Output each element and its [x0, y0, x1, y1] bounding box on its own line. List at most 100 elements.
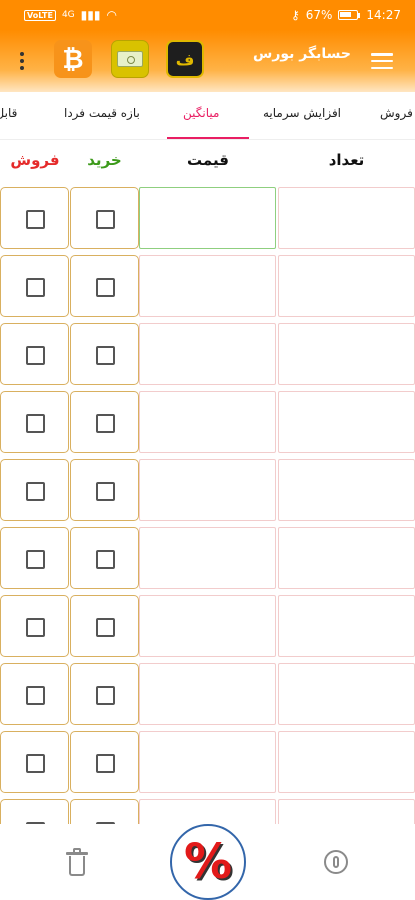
sell-checkbox[interactable] — [26, 618, 45, 637]
sell-checkbox-cell — [0, 391, 69, 453]
count-header: تعداد — [328, 151, 365, 169]
entry-grid — [0, 184, 415, 824]
count-input[interactable] — [278, 255, 415, 317]
percent-icon: % — [183, 834, 233, 890]
buy-checkbox-cell — [70, 731, 139, 793]
hamburger-menu-icon[interactable] — [371, 53, 393, 69]
wifi-icon: ◠ — [106, 8, 117, 22]
sell-checkbox[interactable] — [26, 278, 45, 297]
trash-icon[interactable] — [66, 848, 88, 878]
count-input[interactable] — [278, 187, 415, 249]
sell-checkbox[interactable] — [26, 414, 45, 433]
buy-checkbox[interactable] — [96, 414, 115, 433]
buy-checkbox-cell — [70, 527, 139, 589]
buy-checkbox-cell — [70, 459, 139, 521]
buy-checkbox[interactable] — [96, 210, 115, 229]
buy-checkbox-cell — [70, 187, 139, 249]
app-bar: ₿ ف حسابگر بورس — [0, 30, 415, 92]
tab-average[interactable]: میانگین — [183, 106, 219, 120]
price-input[interactable] — [139, 255, 276, 317]
battery-icon — [338, 10, 361, 20]
table-row — [0, 595, 415, 657]
count-input[interactable] — [278, 459, 415, 521]
more-options-icon[interactable] — [12, 48, 32, 74]
sell-checkbox[interactable] — [26, 754, 45, 773]
buy-checkbox[interactable] — [96, 550, 115, 569]
market-app-icon[interactable]: ف — [166, 40, 204, 78]
price-input[interactable] — [139, 527, 276, 589]
buy-checkbox-cell — [70, 255, 139, 317]
price-input[interactable] — [139, 187, 276, 249]
sell-checkbox-cell — [0, 595, 69, 657]
buy-checkbox-cell — [70, 323, 139, 385]
volte-badge: VoLTE — [24, 9, 56, 21]
price-input[interactable] — [139, 799, 276, 824]
count-input[interactable] — [278, 731, 415, 793]
table-row — [0, 527, 415, 589]
buy-checkbox[interactable] — [96, 482, 115, 501]
sell-checkbox-cell — [0, 255, 69, 317]
sell-checkbox-cell — [0, 527, 69, 589]
battery-percent: 67% — [305, 8, 333, 22]
sell-checkbox-cell — [0, 187, 69, 249]
calculate-percent-button[interactable]: % — [170, 824, 246, 900]
buy-checkbox[interactable] — [96, 618, 115, 637]
price-input[interactable] — [139, 595, 276, 657]
status-bar: VoLTE 4G ▮▮▮ ◠ ⚷ 67% 14:27 — [0, 0, 415, 30]
count-input[interactable] — [278, 799, 415, 824]
buy-checkbox-cell — [70, 391, 139, 453]
bitcoin-app-icon[interactable]: ₿ — [54, 40, 92, 78]
table-row — [0, 255, 415, 317]
price-input[interactable] — [139, 663, 276, 725]
count-input[interactable] — [278, 527, 415, 589]
tab-capital-increase[interactable]: افزایش سرمایه — [263, 106, 341, 120]
bottom-bar: % — [0, 824, 415, 900]
table-row — [0, 663, 415, 725]
price-header: قیمت — [187, 151, 229, 169]
sell-checkbox-cell — [0, 799, 69, 824]
table-row — [0, 731, 415, 793]
app-title: حسابگر بورس — [253, 46, 351, 62]
count-input[interactable] — [278, 595, 415, 657]
clock: 14:27 — [366, 8, 401, 22]
count-input[interactable] — [278, 663, 415, 725]
price-input[interactable] — [139, 459, 276, 521]
buy-checkbox-cell — [70, 799, 139, 824]
tab-tradable[interactable]: قابل خ — [0, 106, 17, 120]
table-row — [0, 391, 415, 453]
sell-checkbox[interactable] — [26, 210, 45, 229]
key-icon: ⚷ — [290, 8, 300, 22]
table-row — [0, 323, 415, 385]
count-input[interactable] — [278, 391, 415, 453]
price-input[interactable] — [139, 323, 276, 385]
sell-checkbox[interactable] — [26, 550, 45, 569]
sell-checkbox[interactable] — [26, 482, 45, 501]
table-row — [0, 459, 415, 521]
buy-checkbox[interactable] — [96, 754, 115, 773]
table-row — [0, 187, 415, 249]
buy-checkbox[interactable] — [96, 346, 115, 365]
signal-type: 4G — [61, 10, 75, 20]
sell-checkbox-cell — [0, 323, 69, 385]
info-icon[interactable] — [324, 850, 348, 874]
buy-checkbox-cell — [70, 595, 139, 657]
sell-header: فروش — [10, 151, 60, 169]
buy-checkbox[interactable] — [96, 686, 115, 705]
sell-checkbox-cell — [0, 663, 69, 725]
sell-checkbox[interactable] — [26, 346, 45, 365]
sell-checkbox-cell — [0, 459, 69, 521]
tab-bar: فروش افزایش سرمایه میانگین بازه قیمت فرد… — [0, 92, 415, 140]
buy-checkbox-cell — [70, 663, 139, 725]
money-app-icon[interactable] — [111, 40, 149, 78]
active-tab-indicator — [167, 137, 249, 139]
buy-checkbox[interactable] — [96, 278, 115, 297]
table-row — [0, 799, 415, 824]
count-input[interactable] — [278, 323, 415, 385]
tab-sell[interactable]: فروش — [380, 106, 413, 120]
buy-header: خرید — [87, 151, 122, 169]
price-input[interactable] — [139, 731, 276, 793]
sell-checkbox-cell — [0, 731, 69, 793]
price-input[interactable] — [139, 391, 276, 453]
tab-tomorrow-price-range[interactable]: بازه قیمت فردا — [64, 106, 140, 120]
sell-checkbox[interactable] — [26, 686, 45, 705]
